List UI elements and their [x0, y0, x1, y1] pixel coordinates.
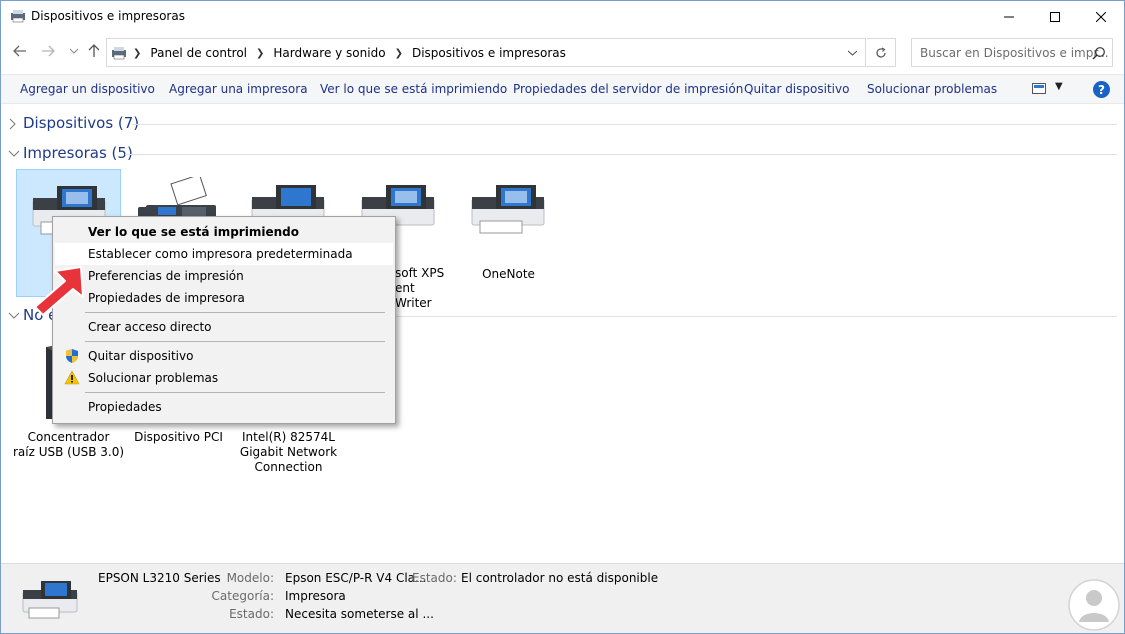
device-label: Intel(R) 82574L Gigabit Network Connecti… — [239, 430, 338, 474]
view-options-chevron-icon[interactable]: ▼ — [1055, 81, 1063, 92]
back-arrow-icon — [13, 45, 26, 57]
menu-separator — [85, 341, 385, 342]
breadcrumb-separator-icon[interactable]: ❯ — [395, 48, 403, 59]
chevron-down-icon — [8, 312, 20, 319]
group-devices[interactable]: Dispositivos (7) — [1, 113, 1124, 135]
model-label: Modelo: — [226, 571, 274, 585]
title-bar: Dispositivos e impresoras — [1, 1, 1124, 32]
printer-tile-fax[interactable] — [126, 169, 231, 229]
menu-item-remove-device[interactable]: Quitar dispositivo — [55, 345, 393, 367]
group-printers-label: Impresoras (5) — [23, 144, 133, 162]
devices-printers-icon — [11, 10, 25, 23]
chevron-down-icon — [847, 50, 857, 56]
devices-and-printers-window: Dispositivos e impresoras ❯ Panel de con… — [0, 0, 1125, 634]
close-button[interactable] — [1078, 1, 1124, 32]
category-label: Categoría: — [211, 589, 274, 603]
breadcrumb: ❯ Panel de control ❯ Hardware y sonido ❯… — [131, 46, 566, 60]
navigation-bar: ❯ Panel de control ❯ Hardware y sonido ❯… — [1, 36, 1124, 68]
breadcrumb-separator-icon[interactable]: ❯ — [133, 48, 141, 59]
close-icon — [1096, 11, 1106, 22]
annotation-arrow-icon — [34, 266, 84, 316]
print-server-properties-button[interactable]: Propiedades del servidor de impresión — [513, 82, 743, 96]
recent-locations-button[interactable] — [65, 42, 83, 60]
printer-icon — [22, 581, 78, 619]
search-icon — [1092, 47, 1105, 60]
uac-shield-icon — [66, 349, 78, 363]
menu-item-label: Solucionar problemas — [88, 371, 219, 385]
group-divider — [132, 124, 1117, 125]
change-view-icon[interactable] — [1032, 83, 1046, 94]
printer-icon — [471, 185, 545, 234]
menu-item-label: Crear acceso directo — [88, 320, 212, 334]
refresh-button[interactable] — [867, 38, 896, 67]
printer-tile-3[interactable] — [236, 169, 341, 226]
remove-device-button[interactable]: Quitar dispositivo — [744, 82, 849, 96]
device-label: Concentrador raíz USB (USB 3.0) — [12, 430, 125, 459]
group-divider — [396, 316, 1117, 317]
see-whats-printing-button[interactable]: Ver lo que se está imprimiendo — [320, 82, 507, 96]
printer-label: OneNote — [482, 267, 535, 281]
troubleshoot-button[interactable]: Solucionar problemas — [867, 82, 997, 96]
search-box[interactable]: Buscar en Dispositivos e impr... — [911, 38, 1113, 67]
chevron-down-icon — [8, 150, 20, 157]
command-bar: Agregar un dispositivo Agregar una impre… — [1, 74, 1124, 104]
control-panel-icon — [112, 47, 126, 60]
minimize-button[interactable] — [986, 1, 1032, 32]
breadcrumb-separator-icon[interactable]: ❯ — [256, 48, 264, 59]
menu-item-label: Quitar dispositivo — [88, 349, 194, 363]
state-label: Estado: — [412, 571, 457, 585]
maximize-button[interactable] — [1032, 1, 1078, 32]
printer-tile-onenote[interactable]: OneNote — [456, 169, 561, 297]
selected-device-name: EPSON L3210 Series — [98, 571, 221, 585]
minimize-icon — [1004, 16, 1014, 17]
add-printer-button[interactable]: Agregar una impresora — [169, 82, 308, 96]
menu-item-troubleshoot[interactable]: Solucionar problemas — [55, 367, 393, 389]
chevron-right-icon — [9, 118, 16, 130]
up-arrow-icon — [88, 44, 100, 57]
group-devices-label: Dispositivos (7) — [23, 114, 140, 132]
menu-item-label: Preferencias de impresión — [88, 269, 244, 283]
forward-button[interactable] — [39, 42, 57, 60]
warning-icon — [64, 370, 80, 385]
device-label: Dispositivo PCI — [134, 430, 223, 444]
breadcrumb-control-panel[interactable]: Panel de control — [150, 46, 247, 60]
back-button[interactable] — [11, 42, 29, 60]
menu-separator — [85, 392, 385, 393]
menu-item-see-whats-printing[interactable]: Ver lo que se está imprimiendo — [55, 221, 393, 243]
refresh-icon — [876, 46, 886, 58]
menu-item-create-shortcut[interactable]: Crear acceso directo — [55, 316, 393, 338]
breadcrumb-hardware-sound[interactable]: Hardware y sonido — [273, 46, 385, 60]
details-pane: EPSON L3210 Series Modelo: Epson ESC/P-R… — [1, 563, 1124, 633]
help-button[interactable]: ? — [1093, 81, 1110, 98]
menu-separator — [85, 312, 385, 313]
address-history-button[interactable] — [839, 39, 865, 66]
menu-item-label: Propiedades — [88, 400, 162, 414]
forward-arrow-icon — [42, 45, 55, 57]
menu-item-label: Establecer como impresora predeterminada — [88, 247, 353, 261]
menu-item-label: Ver lo que se está imprimiendo — [88, 225, 299, 239]
menu-item-printing-preferences[interactable]: Preferencias de impresión — [55, 265, 393, 287]
add-device-button[interactable]: Agregar un dispositivo — [20, 82, 155, 96]
status-label: Estado: — [229, 607, 274, 621]
maximize-icon — [1050, 11, 1060, 22]
category-value: Impresora — [285, 589, 346, 603]
menu-item-set-default-printer[interactable]: Establecer como impresora predeterminada — [55, 243, 393, 265]
breadcrumb-devices-printers[interactable]: Dispositivos e impresoras — [412, 46, 566, 60]
model-value: Epson ESC/P-R V4 Cla... — [285, 571, 427, 585]
group-divider — [125, 154, 1117, 155]
window-title: Dispositivos e impresoras — [31, 9, 185, 23]
status-value: Necesita someterse al ... — [285, 607, 434, 621]
context-menu: Ver lo que se está imprimiendo Establece… — [52, 216, 396, 424]
up-button[interactable] — [85, 42, 103, 60]
group-printers[interactable]: Impresoras (5) — [1, 143, 1124, 165]
menu-item-properties[interactable]: Propiedades — [55, 396, 393, 418]
address-bar[interactable]: ❯ Panel de control ❯ Hardware y sonido ❯… — [106, 38, 866, 67]
watermark-logo-icon — [1068, 579, 1120, 631]
menu-item-printer-properties[interactable]: Propiedades de impresora — [55, 287, 393, 309]
search-placeholder: Buscar en Dispositivos e impr... — [920, 46, 1109, 60]
menu-item-label: Propiedades de impresora — [88, 291, 245, 305]
state-value: El controlador no está disponible — [461, 571, 659, 585]
chevron-down-icon — [70, 48, 78, 54]
